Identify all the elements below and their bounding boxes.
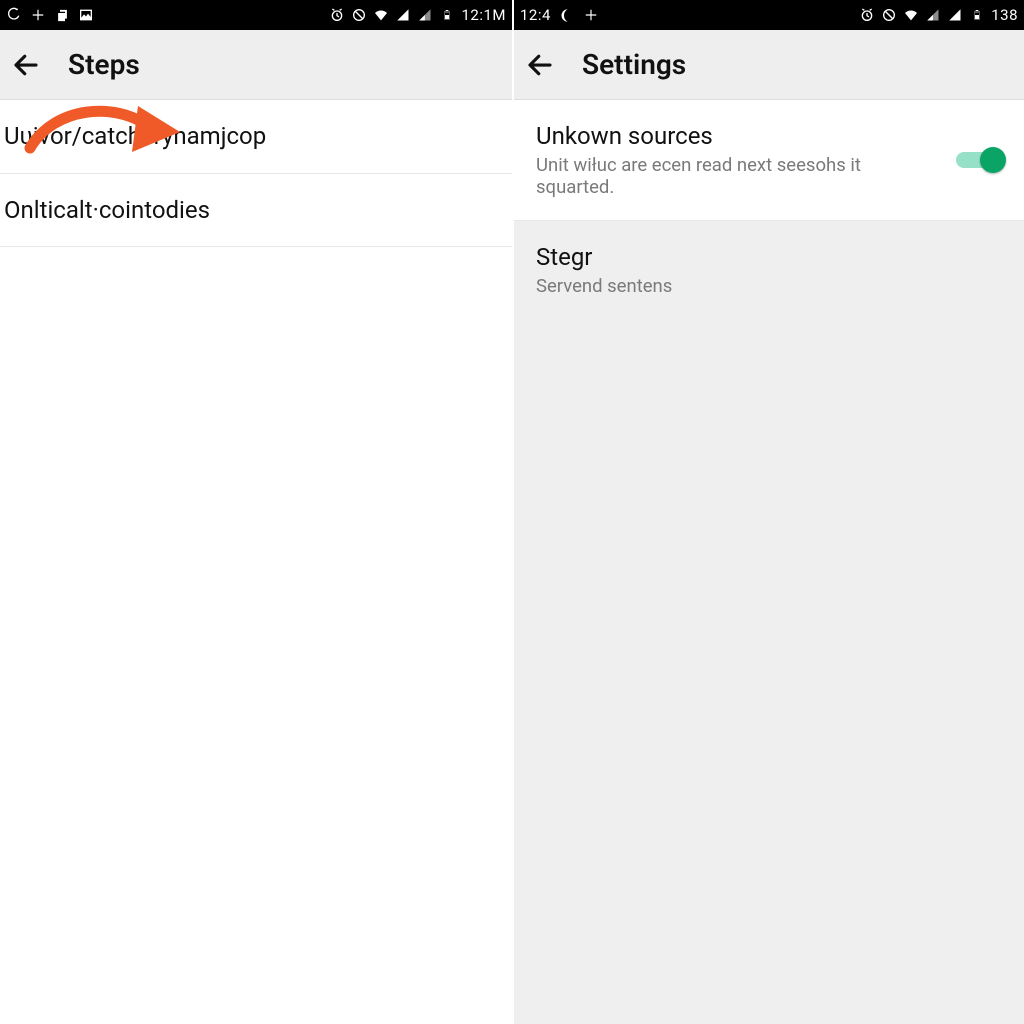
- screen-settings: 12:4: [512, 0, 1024, 1024]
- alarm-icon: [859, 7, 875, 23]
- image-icon: [78, 7, 94, 23]
- wifi-icon: [373, 7, 389, 23]
- status-bar: 12:1M: [0, 0, 512, 30]
- list: Unkown sources Unit wiłuc are ecen read …: [514, 100, 1024, 319]
- status-time-right: 138: [991, 6, 1018, 24]
- list: Uʋivor/catcherynamjcop Onlticalt·cointod…: [0, 100, 512, 247]
- refresh-icon: [6, 7, 22, 23]
- row-title: Unkown sources: [536, 122, 942, 150]
- dnd-icon: [351, 7, 367, 23]
- toggle-switch[interactable]: [954, 147, 1006, 173]
- list-item[interactable]: Uʋivor/catcherynamjcop: [0, 100, 512, 174]
- empty-area: [514, 319, 1024, 1024]
- status-time-left: 12:4: [520, 6, 551, 24]
- back-button[interactable]: [6, 45, 46, 85]
- dnd-icon: [881, 7, 897, 23]
- action-bar: Steps: [0, 30, 512, 100]
- screen-steps: 12:1M Steps Uʋivor/catcherynamjcop Onlti…: [0, 0, 512, 1024]
- row-subtitle: Servend sentens: [536, 275, 1006, 297]
- battery-icon: [969, 7, 985, 23]
- alarm-icon: [329, 7, 345, 23]
- row-subtitle: Unit wiłuc are ecen read next seesohs it…: [536, 154, 942, 198]
- signal-icon: [395, 7, 411, 23]
- moon-icon: [559, 7, 575, 23]
- setting-stegr[interactable]: Stegr Servend sentens: [514, 221, 1024, 319]
- status-time: 12:1M: [461, 6, 506, 24]
- row-title: Onlticalt·cointodies: [4, 196, 494, 224]
- plus-icon: [30, 7, 46, 23]
- status-left: 12:4: [520, 6, 599, 24]
- signal2-icon: [417, 7, 433, 23]
- signal2-icon: [947, 7, 963, 23]
- toggle-thumb: [980, 147, 1006, 173]
- wifi-icon: [903, 7, 919, 23]
- back-button[interactable]: [520, 45, 560, 85]
- status-right: 12:1M: [329, 6, 506, 24]
- page-title: Settings: [582, 48, 686, 81]
- status-left: [6, 7, 94, 23]
- row-title: Uʋivor/catcherynamjcop: [4, 122, 494, 151]
- battery-icon: [439, 7, 455, 23]
- action-bar: Settings: [514, 30, 1024, 100]
- row-title: Stegr: [536, 243, 1006, 271]
- setting-unknown-sources[interactable]: Unkown sources Unit wiłuc are ecen read …: [514, 100, 1024, 221]
- list-item[interactable]: Onlticalt·cointodies: [0, 174, 512, 247]
- page-title: Steps: [68, 48, 140, 81]
- plus-icon: [583, 7, 599, 23]
- copy-icon: [54, 7, 70, 23]
- signal-icon: [925, 7, 941, 23]
- status-bar: 12:4: [514, 0, 1024, 30]
- status-right: 138: [859, 6, 1018, 24]
